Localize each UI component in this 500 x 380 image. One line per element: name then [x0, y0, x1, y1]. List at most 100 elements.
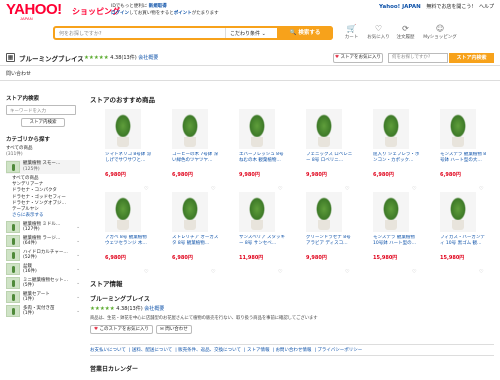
- store-name[interactable]: ブルーミングブレイス: [19, 53, 84, 63]
- product-image[interactable]: [239, 109, 275, 149]
- category-item[interactable]: 盆栽 (16件) ⌄: [6, 263, 80, 276]
- product-image[interactable]: [239, 192, 275, 232]
- category-item[interactable]: 観葉植物 ミドル… (127件) ⌄: [6, 221, 80, 234]
- product-name[interactable]: モンステラ 観葉植物 10号鉢 ハート型の…: [373, 235, 420, 252]
- product-name[interactable]: アガベ 8号 観葉植物 ウェツセランジ 木…: [105, 235, 152, 252]
- product-card[interactable]: モンステラ 観葉植物 8号鉢 ハート型の大… 6,980円 ♡: [425, 109, 491, 192]
- product-image[interactable]: [172, 192, 208, 232]
- product-card[interactable]: サンスベリア スタッキー 8号 サンセベ… 11,980円 ♡: [224, 192, 290, 275]
- heart-icon[interactable]: ♡: [278, 269, 282, 275]
- store-info-links: お支払いについて | 送料、配送について | 販売条件、返品、交換について | ストア…: [90, 344, 494, 356]
- product-card[interactable]: モンステラ 観葉植物 10号鉢 ハート型の… 15,980円 ♡: [358, 192, 424, 275]
- product-card[interactable]: エバーフレッシュ 8号 ねむの木 観葉植物… 9,980円 ♡: [224, 109, 290, 192]
- help-link[interactable]: ヘルプ: [479, 4, 494, 10]
- product-card[interactable]: ストレリチア オーガスタ 8号 観葉植物… 6,980円 ♡: [157, 192, 223, 275]
- product-name[interactable]: モンステラ 観葉植物 8号鉢 ハート型の大…: [440, 152, 487, 169]
- product-image[interactable]: [306, 192, 342, 232]
- product-card[interactable]: フェニックス ロベレニー 8号 ロベリニ… 9,980円 ♡: [291, 109, 357, 192]
- product-image[interactable]: [440, 192, 476, 232]
- product-price: 9,980円: [306, 172, 327, 178]
- search-input[interactable]: 何をお探しですか?: [59, 30, 102, 37]
- review-count[interactable]: (13件): [121, 55, 136, 61]
- product-price: 6,980円: [172, 255, 193, 261]
- store-favorite-button[interactable]: ♥ このストアをお気に入り: [90, 325, 153, 334]
- heart-icon[interactable]: ♡: [345, 269, 349, 275]
- product-image[interactable]: [306, 109, 342, 149]
- store-search-button[interactable]: ストア内検索: [449, 53, 494, 63]
- contact-link[interactable]: 問い合わせ: [6, 70, 31, 77]
- product-name[interactable]: サンスベリア スタッキー 8号 サンセベ…: [239, 235, 286, 252]
- myshopping-button[interactable]: ☺ Myショッピング: [421, 24, 459, 40]
- points-link[interactable]: ポイント: [174, 11, 192, 16]
- product-image[interactable]: [373, 192, 409, 232]
- product-name[interactable]: ストレリチア オーガスタ 8号 観葉植物…: [172, 235, 219, 252]
- sidebar-search-button[interactable]: ストア内検索: [21, 118, 65, 127]
- heart-icon[interactable]: ♡: [144, 269, 148, 275]
- category-item[interactable]: ミニ観葉植物セット… (5件) ⌄: [6, 277, 80, 290]
- product-name[interactable]: グリーンドラセナ 8号 アラビア ディスコ…: [306, 235, 353, 252]
- category-count: (5件): [23, 283, 34, 289]
- show-more-link[interactable]: さらに表示する: [12, 213, 80, 219]
- favorites-button[interactable]: ♡ お気に入り: [367, 24, 390, 40]
- product-card[interactable]: コーヒーの木 7号鉢 深い緑色のツヤツヤ… 6,980円 ♡: [157, 109, 223, 192]
- cart-button[interactable]: 🛒 カート: [340, 24, 363, 40]
- product-card[interactable]: グリーンドラセナ 8号 アラビア ディスコ… 9,980円 ♡: [291, 192, 357, 275]
- heart-icon[interactable]: ♡: [412, 269, 416, 275]
- product-image[interactable]: [105, 192, 141, 232]
- category-item[interactable]: ハイドロカルチャー… (52件) ⌄: [6, 249, 80, 262]
- product-card[interactable]: アガベ 8号 観葉植物 ウェツセランジ 木… 6,980円 ♡: [90, 192, 156, 275]
- product-image[interactable]: [105, 109, 141, 149]
- login-link[interactable]: ログイン: [111, 11, 129, 16]
- category-item[interactable]: 多肉・実付き苗 (1件) ⌄: [6, 305, 80, 318]
- product-name[interactable]: シマトネリコ 8号鉢 涼しげでサワサワと…: [105, 152, 152, 169]
- product-name[interactable]: エバーフレッシュ 8号 ねむの木 観葉植物…: [239, 152, 286, 169]
- store-info-link[interactable]: ストア情報: [247, 348, 270, 353]
- company-overview-link[interactable]: 会社概要: [138, 55, 158, 61]
- history-icon: ⟳: [402, 24, 409, 33]
- all-products-link[interactable]: すべての商品 (311件): [6, 146, 80, 158]
- heart-icon[interactable]: ♡: [211, 269, 215, 275]
- payment-link[interactable]: お支払いについて: [90, 348, 126, 353]
- product-card[interactable]: フィカス・バーガンディ 10号 黒ゴム 観… 15,980円 ♡: [425, 192, 491, 275]
- returns-link[interactable]: 販売条件、返品、交換について: [178, 348, 241, 353]
- history-button[interactable]: ⟳ 注文履歴: [394, 24, 417, 40]
- plant-leaves: [249, 114, 265, 138]
- plant-pot: [318, 220, 330, 230]
- company-overview-link[interactable]: 会社概要: [144, 306, 164, 312]
- plant-pot: [318, 137, 330, 147]
- product-name[interactable]: フィカス・バーガンディ 10号 黒ゴム 観…: [440, 235, 487, 252]
- store-favorite-button[interactable]: ♥ ストアをお気に入り: [333, 53, 383, 63]
- store-search-input[interactable]: 何をお探しですか?: [388, 53, 448, 63]
- condition-dropdown[interactable]: こだわり条件 ⌄: [225, 28, 277, 38]
- category-thumb: [6, 161, 20, 173]
- plant-pot: [184, 137, 196, 147]
- category-item[interactable]: 観葉植物 ラージ… (64件) ⌄: [6, 235, 80, 248]
- signup-link[interactable]: 新規取得: [149, 4, 167, 9]
- category-thumb: [6, 291, 20, 304]
- review-count[interactable]: (13件): [127, 306, 142, 312]
- yahoo-japan-link[interactable]: Yahoo! JAPAN: [379, 4, 421, 10]
- product-image[interactable]: [373, 109, 409, 149]
- keyword-input[interactable]: キーワードを入力: [6, 105, 76, 115]
- store-description: 商品は、生花・鉢花を中心に店舗型のお花屋さんにて植物の販売を行ない、取り扱う商品…: [90, 316, 318, 321]
- category-item[interactable]: 観葉セアート (1件) ⌄: [6, 291, 80, 304]
- product-name[interactable]: コーヒーの木 7号鉢 深い緑色のツヤツヤ…: [172, 152, 219, 169]
- category-selected[interactable]: 観葉植物 スモー… (125件): [6, 160, 80, 174]
- product-card[interactable]: シマトネリコ 8号鉢 涼しげでサワサワと… 6,980円 ♡: [90, 109, 156, 192]
- all-products-count: (311件): [6, 152, 23, 157]
- product-price: 6,980円: [172, 172, 193, 178]
- yahoo-logo[interactable]: YAHOO! JAPAN: [6, 2, 62, 21]
- privacy-link[interactable]: プライバシーポリシー: [317, 348, 362, 353]
- product-name[interactable]: フェニックス ロベレニー 8号 ロベリニ…: [306, 152, 353, 169]
- open-store-link[interactable]: 無料でお店を開こう!: [426, 4, 473, 10]
- product-image[interactable]: [172, 109, 208, 149]
- product-name[interactable]: 屈入り シェフレラ・ホンコン・カポック…: [373, 152, 420, 169]
- heart-icon[interactable]: ♡: [479, 269, 483, 275]
- product-card[interactable]: 屈入り シェフレラ・ホンコン・カポック… 6,980円 ♡: [358, 109, 424, 192]
- search-button[interactable]: 🔍 検索する: [277, 26, 333, 40]
- chevron-down-icon: ⌄: [76, 294, 80, 300]
- shipping-link[interactable]: 送料、配送について: [132, 348, 172, 353]
- contact-button[interactable]: ✉ 問い合わせ: [155, 325, 192, 334]
- product-image[interactable]: [440, 109, 476, 149]
- contact-info-link[interactable]: お問い合わせ情報: [275, 348, 311, 353]
